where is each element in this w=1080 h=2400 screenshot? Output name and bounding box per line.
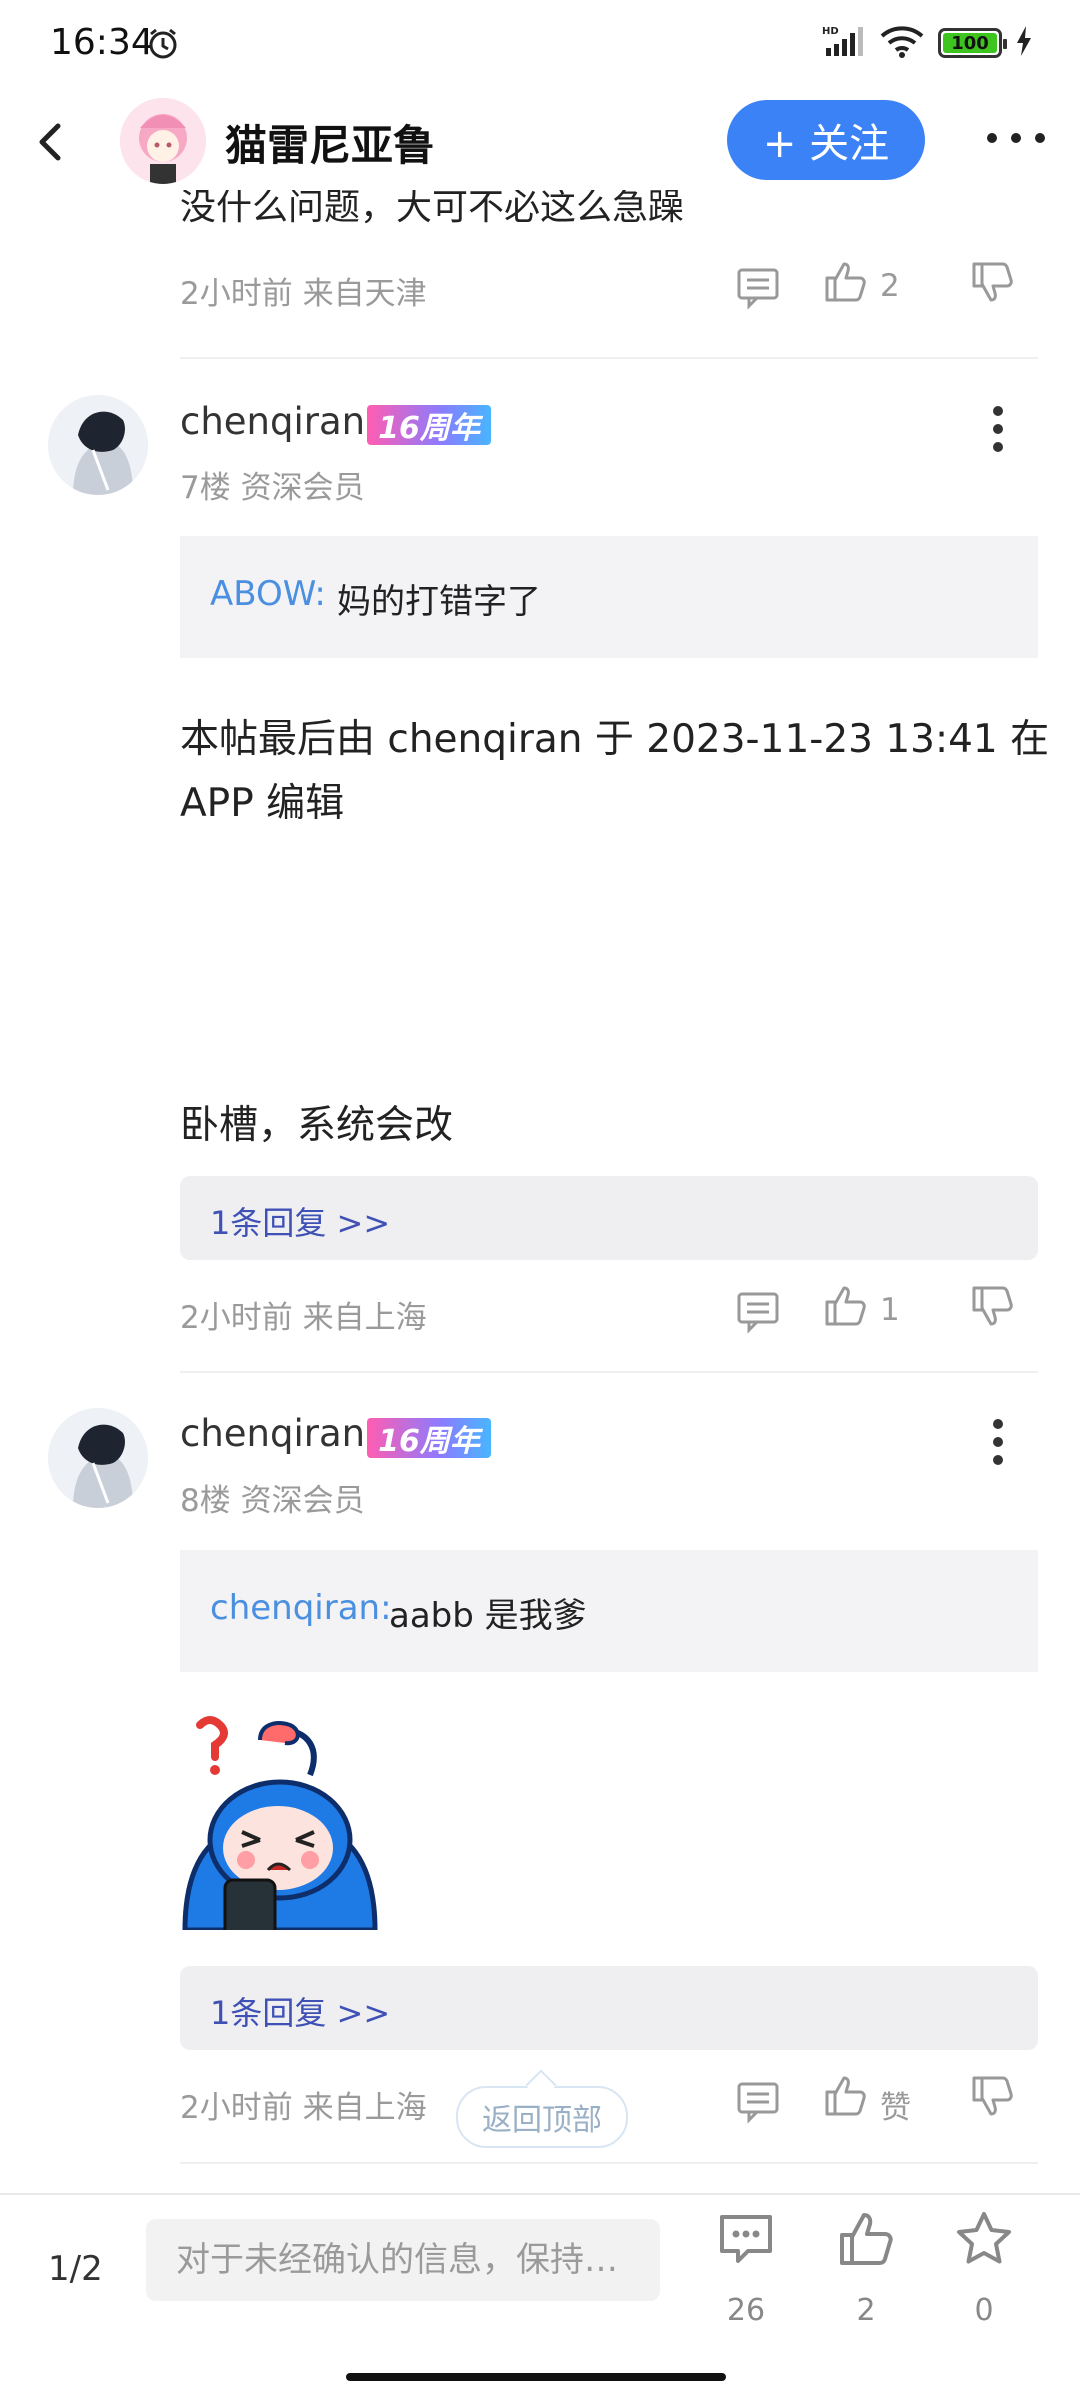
anniversary-badge: 16周年 bbox=[367, 405, 491, 446]
favorites-count: 0 bbox=[974, 2293, 994, 2328]
comments-icon[interactable] bbox=[706, 2209, 786, 2273]
username[interactable]: chenqiran bbox=[180, 1412, 365, 1455]
battery-icon: 100 bbox=[938, 28, 1007, 58]
page-indicator[interactable]: 1/2 bbox=[48, 2249, 103, 2289]
floor-label: 8楼 资深会员 bbox=[180, 1483, 365, 1519]
divider bbox=[180, 357, 1038, 359]
post-actions: 赞 bbox=[735, 2072, 1025, 2132]
hd-signal-icon: HD bbox=[822, 24, 866, 62]
quote-block: chenqiran: aabb 是我爹 bbox=[180, 1550, 1038, 1672]
likes-count: 2 bbox=[856, 2293, 876, 2328]
thumbs-up-icon[interactable] bbox=[823, 2072, 869, 2122]
quote-text: aabb 是我爹 bbox=[389, 1596, 587, 1636]
back-to-top-button[interactable]: 返回顶部 bbox=[456, 2086, 628, 2148]
comments-count: 26 bbox=[726, 2293, 766, 2328]
home-indicator[interactable] bbox=[346, 2373, 726, 2381]
reply-box[interactable]: 1条回复 >> bbox=[180, 1966, 1038, 2050]
anniversary-badge: 16周年 bbox=[367, 1418, 491, 1459]
thumbs-up-icon[interactable] bbox=[823, 1282, 869, 1332]
charging-icon bbox=[1016, 26, 1032, 60]
post-meta: 2小时前 来自上海 bbox=[180, 1300, 427, 1336]
bottom-bar: 1/2 26 2 0 bbox=[0, 2193, 1080, 2400]
thumbs-down-icon[interactable] bbox=[970, 1284, 1016, 1334]
quote-text: 妈的打错字了 bbox=[337, 582, 541, 622]
edit-note-line: 本帖最后由 chenqiran 于 2023-11-23 13:41 在 bbox=[180, 717, 1050, 762]
username[interactable]: chenqiran bbox=[180, 400, 365, 443]
comment-icon[interactable] bbox=[735, 264, 781, 314]
post-actions: 2 bbox=[735, 258, 1025, 318]
follow-button[interactable]: + 关注 bbox=[727, 100, 925, 180]
battery-level: 100 bbox=[943, 33, 997, 54]
edit-note-line: APP 编辑 bbox=[180, 781, 345, 826]
reply-box[interactable]: 1条回复 >> bbox=[180, 1176, 1038, 1260]
like-icon[interactable] bbox=[826, 2209, 906, 2273]
kebab-menu-icon[interactable] bbox=[990, 405, 1006, 457]
status-time: 16:34 bbox=[50, 22, 154, 63]
like-count: 2 bbox=[880, 268, 900, 304]
divider bbox=[180, 2162, 1038, 2164]
user-avatar[interactable] bbox=[48, 1408, 148, 1508]
post-text: 卧槽，系统会改 bbox=[180, 1103, 454, 1148]
comment-input[interactable] bbox=[146, 2219, 660, 2301]
sticker-image[interactable] bbox=[180, 1710, 380, 1942]
back-arrow-icon[interactable] bbox=[32, 120, 72, 168]
comment-icon[interactable] bbox=[735, 2078, 781, 2128]
post-actions: 1 bbox=[735, 1282, 1025, 1342]
thumbs-down-icon[interactable] bbox=[970, 260, 1016, 310]
post-meta: 2小时前 来自天津 bbox=[180, 276, 427, 312]
replies-link[interactable]: 1条回复 >> bbox=[210, 1988, 390, 2034]
user-avatar[interactable] bbox=[48, 395, 148, 495]
replies-link[interactable]: 1条回复 >> bbox=[210, 1198, 390, 1244]
like-count: 1 bbox=[880, 1292, 900, 1328]
edit-note: 本帖最后由 chenqiran 于 2023-11-23 13:41 在 APP… bbox=[180, 708, 1049, 836]
comment-icon[interactable] bbox=[735, 1288, 781, 1338]
quote-author[interactable]: ABOW: bbox=[210, 574, 326, 614]
kebab-menu-icon[interactable] bbox=[990, 1418, 1006, 1470]
thumbs-down-icon[interactable] bbox=[970, 2074, 1016, 2124]
page-title: 猫雷尼亚鲁 bbox=[225, 121, 436, 170]
like-label: 赞 bbox=[880, 2090, 911, 2126]
svg-text:HD: HD bbox=[822, 26, 839, 37]
avatar[interactable] bbox=[120, 98, 206, 184]
quote-block: ABOW: 妈的打错字了 bbox=[180, 536, 1038, 658]
star-icon[interactable] bbox=[944, 2209, 1024, 2273]
floor-label: 7楼 资深会员 bbox=[180, 470, 365, 506]
wifi-icon bbox=[880, 24, 924, 62]
quote-author[interactable]: chenqiran: bbox=[210, 1588, 392, 1628]
post-meta: 2小时前 来自上海 bbox=[180, 2090, 427, 2126]
divider bbox=[180, 1371, 1038, 1373]
thumbs-up-icon[interactable] bbox=[823, 258, 869, 308]
top-app-bar: 猫雷尼亚鲁 + 关注 bbox=[0, 90, 1080, 190]
more-dots-icon[interactable] bbox=[984, 130, 1048, 150]
status-bar: 16:34 HD 100 bbox=[0, 0, 1080, 90]
alarm-icon bbox=[146, 26, 180, 64]
